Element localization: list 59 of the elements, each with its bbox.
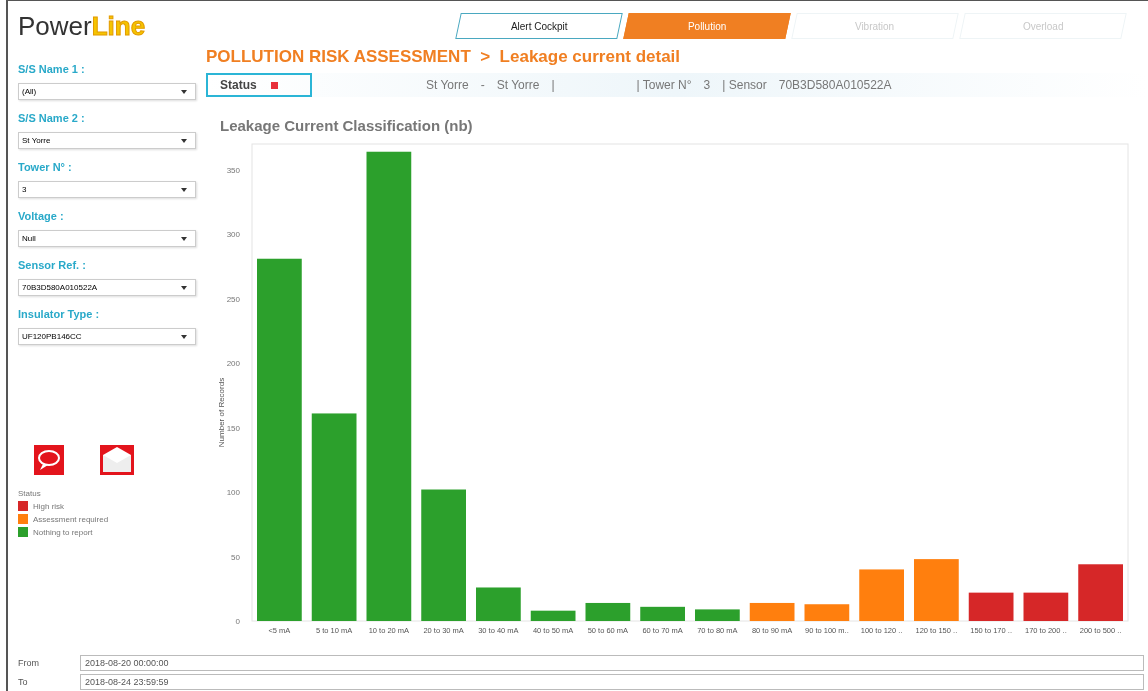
- info-text: | Tower N°: [636, 78, 692, 92]
- caret-icon: [181, 334, 187, 339]
- y-tick-label: 350: [226, 165, 240, 175]
- info-text: | Sensor: [722, 78, 767, 92]
- y-axis-title: Number of Records: [217, 377, 226, 448]
- bar[interactable]: [366, 151, 412, 621]
- caret-icon: [181, 285, 187, 290]
- legend-label: Assessment required: [33, 514, 109, 524]
- date-field[interactable]: 2018-08-20 00:00:00: [80, 654, 1144, 671]
- bar[interactable]: [1078, 564, 1123, 621]
- info-text: |: [551, 78, 555, 92]
- y-tick-label: 200: [226, 359, 240, 369]
- sms-icon[interactable]: [34, 445, 64, 475]
- legend-title: Status: [18, 489, 42, 498]
- date-field[interactable]: 2018-08-24 23:59:59: [80, 673, 1144, 690]
- info-text: St Yorre: [496, 78, 540, 92]
- y-tick-label: 100: [226, 488, 240, 498]
- bar[interactable]: [311, 413, 357, 621]
- y-tick-label: 150: [226, 423, 240, 433]
- caret-icon: [181, 187, 187, 192]
- filter-dropdown[interactable]: 3: [18, 181, 196, 198]
- bar[interactable]: [421, 489, 466, 621]
- legend-label: High risk: [33, 501, 65, 511]
- filter-label: Tower N° :: [18, 161, 73, 173]
- info-text: 3: [703, 78, 711, 92]
- info-text: St Yorre: [426, 78, 469, 92]
- y-tick-label: 250: [226, 294, 240, 304]
- filter-dropdown[interactable]: (All): [18, 83, 196, 100]
- bar[interactable]: [476, 587, 521, 621]
- bar[interactable]: [257, 258, 302, 621]
- y-tick-label: 50: [231, 552, 240, 562]
- filter-label: S/S Name 1 :: [18, 63, 86, 75]
- envelope-icon[interactable]: [100, 445, 134, 475]
- bar[interactable]: [530, 610, 576, 621]
- chart-title: Leakage Current Classification (nb): [220, 117, 474, 134]
- powerline-logo: PowerLine: [18, 10, 147, 42]
- page-title: POLLUTION RISK ASSESSMENT > Leakage current detail: [206, 47, 682, 67]
- filter-label: S/S Name 2 :: [18, 112, 86, 124]
- filter-dropdown[interactable]: 70B3D580A010522A: [18, 279, 196, 296]
- date-label: From: [17, 657, 40, 668]
- nav-tab[interactable]: Alert Cockpit: [455, 13, 623, 39]
- caret-icon: [181, 89, 187, 94]
- status-indicator: Status: [206, 73, 312, 97]
- filter-label: Sensor Ref. :: [18, 259, 87, 271]
- filter-dropdown[interactable]: St Yorre: [18, 132, 196, 149]
- filter-label: Insulator Type :: [18, 308, 101, 320]
- date-label: To: [17, 676, 29, 687]
- y-tick-label: 300: [226, 230, 240, 240]
- info-text: 70B3D580A010522A: [778, 78, 892, 92]
- legend-label: Nothing to report: [33, 527, 93, 537]
- bar[interactable]: [695, 609, 740, 621]
- filter-dropdown[interactable]: Null: [18, 230, 196, 247]
- info-text: -: [480, 78, 485, 92]
- bar[interactable]: [804, 604, 850, 621]
- filter-dropdown[interactable]: UF120PB146CC: [18, 328, 196, 345]
- caret-icon: [181, 236, 187, 241]
- filter-label: Voltage :: [18, 210, 65, 222]
- y-tick-label: 0: [235, 617, 240, 626]
- caret-icon: [181, 138, 187, 143]
